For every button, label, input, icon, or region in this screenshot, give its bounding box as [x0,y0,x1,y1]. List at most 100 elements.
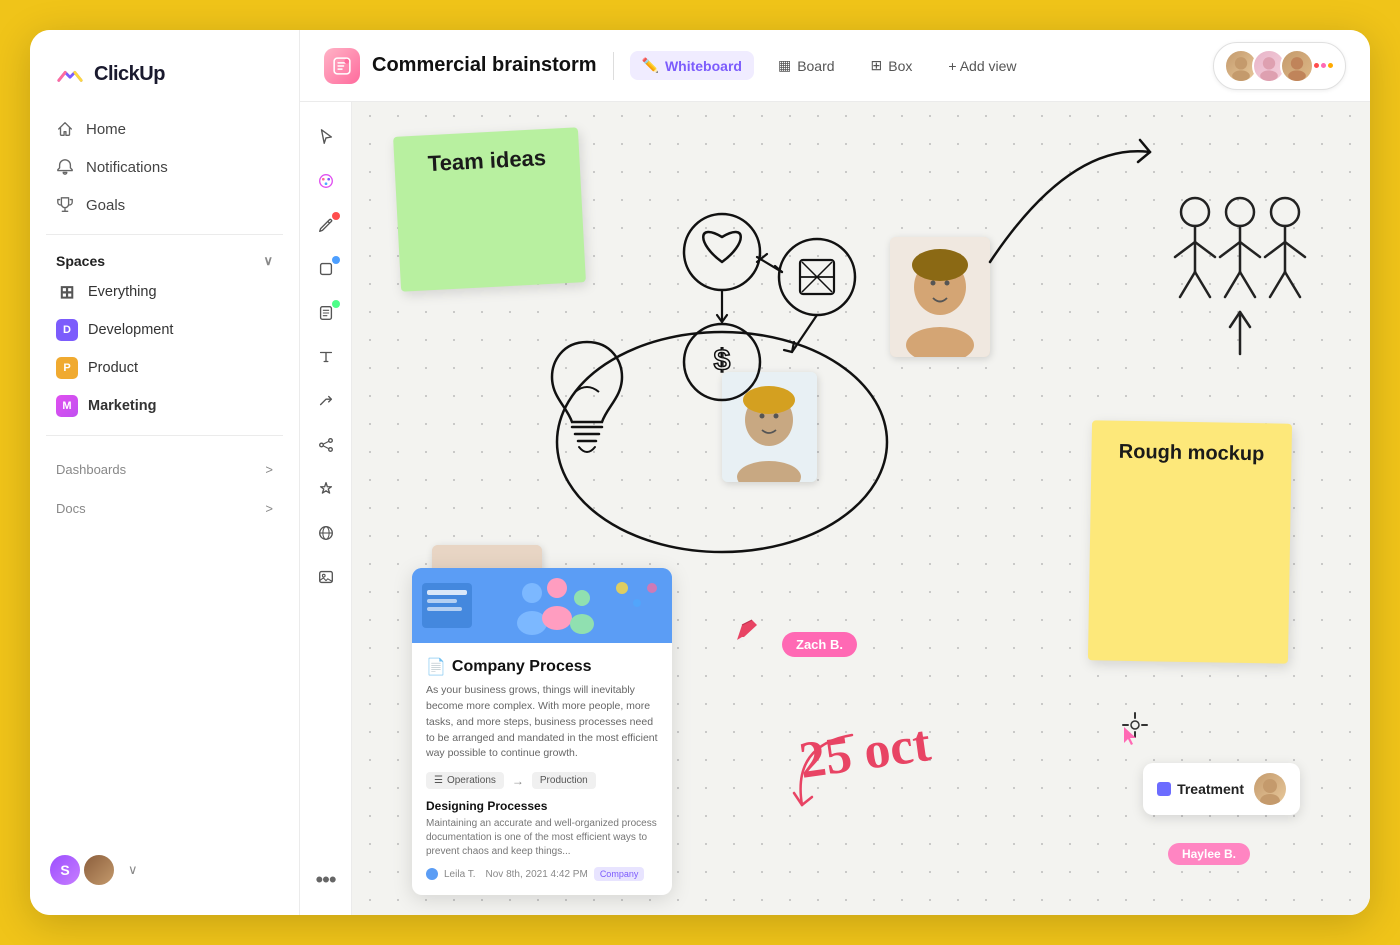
sidebar-bottom: S ∨ [30,841,299,899]
more-dots: ••• [315,867,335,893]
date-text: 25 oct [792,685,992,785]
pink-cursor [1120,725,1140,747]
sticky-note-green[interactable]: Team ideas [393,127,586,291]
tool-globe[interactable] [307,514,345,552]
doc-title-text: Company Process [452,658,592,676]
sticky-note-yellow[interactable]: Rough mockup [1088,420,1292,663]
lightbulb-sketch [537,322,637,512]
marketing-label: Marketing [88,398,157,414]
arrow-top-right [970,132,1170,282]
tool-cursor[interactable] [307,118,345,156]
share-tool-icon [317,436,335,454]
home-label: Home [86,121,126,138]
page-icon-svg [331,55,353,77]
logo: ClickUp [30,30,299,110]
treatment-face [1254,773,1286,805]
collaborators [1213,42,1346,90]
text-tool-icon [317,348,335,366]
note-tool-icon [317,304,335,322]
tool-palette[interactable] [307,162,345,200]
collab-face-3 [1282,49,1312,83]
zach-badge: Zach B. [782,632,857,657]
doc-subtext: Maintaining an accurate and well-organiz… [426,817,658,859]
sidebar-divider2 [46,435,283,436]
treatment-label: Treatment [1177,781,1244,797]
sticky-green-text: Team ideas [427,145,546,177]
left-toolbar: ••• [300,102,352,915]
sidebar-item-marketing[interactable]: M Marketing [42,387,287,425]
doc-subtitle: Designing Processes [426,799,658,813]
home-icon [56,120,74,138]
pencil-icon [732,615,762,645]
tool-more[interactable]: ••• [307,861,345,899]
palette-tool-icon [317,172,335,190]
person-photo-2 [890,237,990,357]
whiteboard-tab-icon: ✏️ [642,57,659,74]
tool-note[interactable] [307,294,345,332]
tool-pen[interactable] [307,206,345,244]
tab-board[interactable]: ▦ Board [766,51,847,80]
add-view-button[interactable]: + Add view [936,52,1028,80]
sidebar-item-docs[interactable]: Docs > [30,489,299,524]
tool-square[interactable] [307,250,345,288]
clickup-logo-icon [54,58,86,90]
user-menu-chevron[interactable]: ∨ [128,862,138,878]
dashboards-chevron: > [265,462,273,477]
sticky-yellow-text: Rough mockup [1119,441,1265,467]
canvas: Team ideas Rough mockup [352,102,1370,915]
doc-tag-1-text: Operations [447,775,496,786]
trophy-icon [56,196,74,214]
box-tab-label: Box [888,58,912,74]
connector-tool-icon [317,392,335,410]
sidebar-item-notifications[interactable]: Notifications [42,148,287,186]
haylee-label: Haylee B. [1182,847,1236,861]
avatar-user2[interactable] [82,853,116,887]
treatment-color-block [1157,782,1171,796]
doc-tag-arrow: → [512,774,524,788]
tool-share[interactable] [307,426,345,464]
doc-footer-dot [426,868,438,880]
svg-text:25 oct: 25 oct [796,715,935,785]
sidebar-item-dashboards[interactable]: Dashboards > [30,450,299,485]
sidebar-item-home[interactable]: Home [42,110,287,148]
main-content: Commercial brainstorm ✏️ Whiteboard ▦ Bo… [300,30,1370,915]
page-title: Commercial brainstorm [372,54,597,77]
sidebar-item-product[interactable]: P Product [42,349,287,387]
doc-icon: 📄 [426,657,446,677]
tool-image[interactable] [307,558,345,596]
note-dot [332,300,340,308]
doc-card-body: 📄 Company Process As your business grows… [412,643,672,895]
spaces-header: Spaces ∨ [30,245,299,273]
whiteboard-tab-label: Whiteboard [665,58,742,74]
docs-label: Docs [56,501,86,516]
move-cursor [1120,710,1150,740]
tab-whiteboard[interactable]: ✏️ Whiteboard [630,51,754,80]
goals-label: Goals [86,197,125,214]
tab-box[interactable]: ⊞ Box [859,51,925,80]
sidebar-item-everything[interactable]: ⊞ Everything [42,273,287,311]
treatment-card-content: Treatment [1157,781,1244,797]
everything-label: Everything [88,284,157,300]
sidebar-divider [46,234,283,235]
logo-text: ClickUp [94,63,165,86]
avatar-user1[interactable]: S [48,853,82,887]
topbar-right [1213,42,1346,90]
development-icon: D [56,319,78,341]
box-tab-icon: ⊞ [871,57,883,74]
haylee-badge: Haylee B. [1168,843,1250,865]
sidebar-item-development[interactable]: D Development [42,311,287,349]
spaces-label: Spaces [56,253,105,269]
sidebar-item-goals[interactable]: Goals [42,186,287,224]
tool-text[interactable] [307,338,345,376]
treatment-avatar [1254,773,1286,805]
document-card[interactable]: 📄 Company Process As your business grows… [412,568,672,895]
bell-icon [56,158,74,176]
tool-connector[interactable] [307,382,345,420]
tool-star[interactable] [307,470,345,508]
spaces-chevron[interactable]: ∨ [263,253,273,269]
doc-tag-1-icon: ☰ [434,775,443,786]
page-icon [324,48,360,84]
dashboards-label: Dashboards [56,462,126,477]
doc-author: Leila T. [444,869,476,880]
person-face-3 [722,372,817,482]
